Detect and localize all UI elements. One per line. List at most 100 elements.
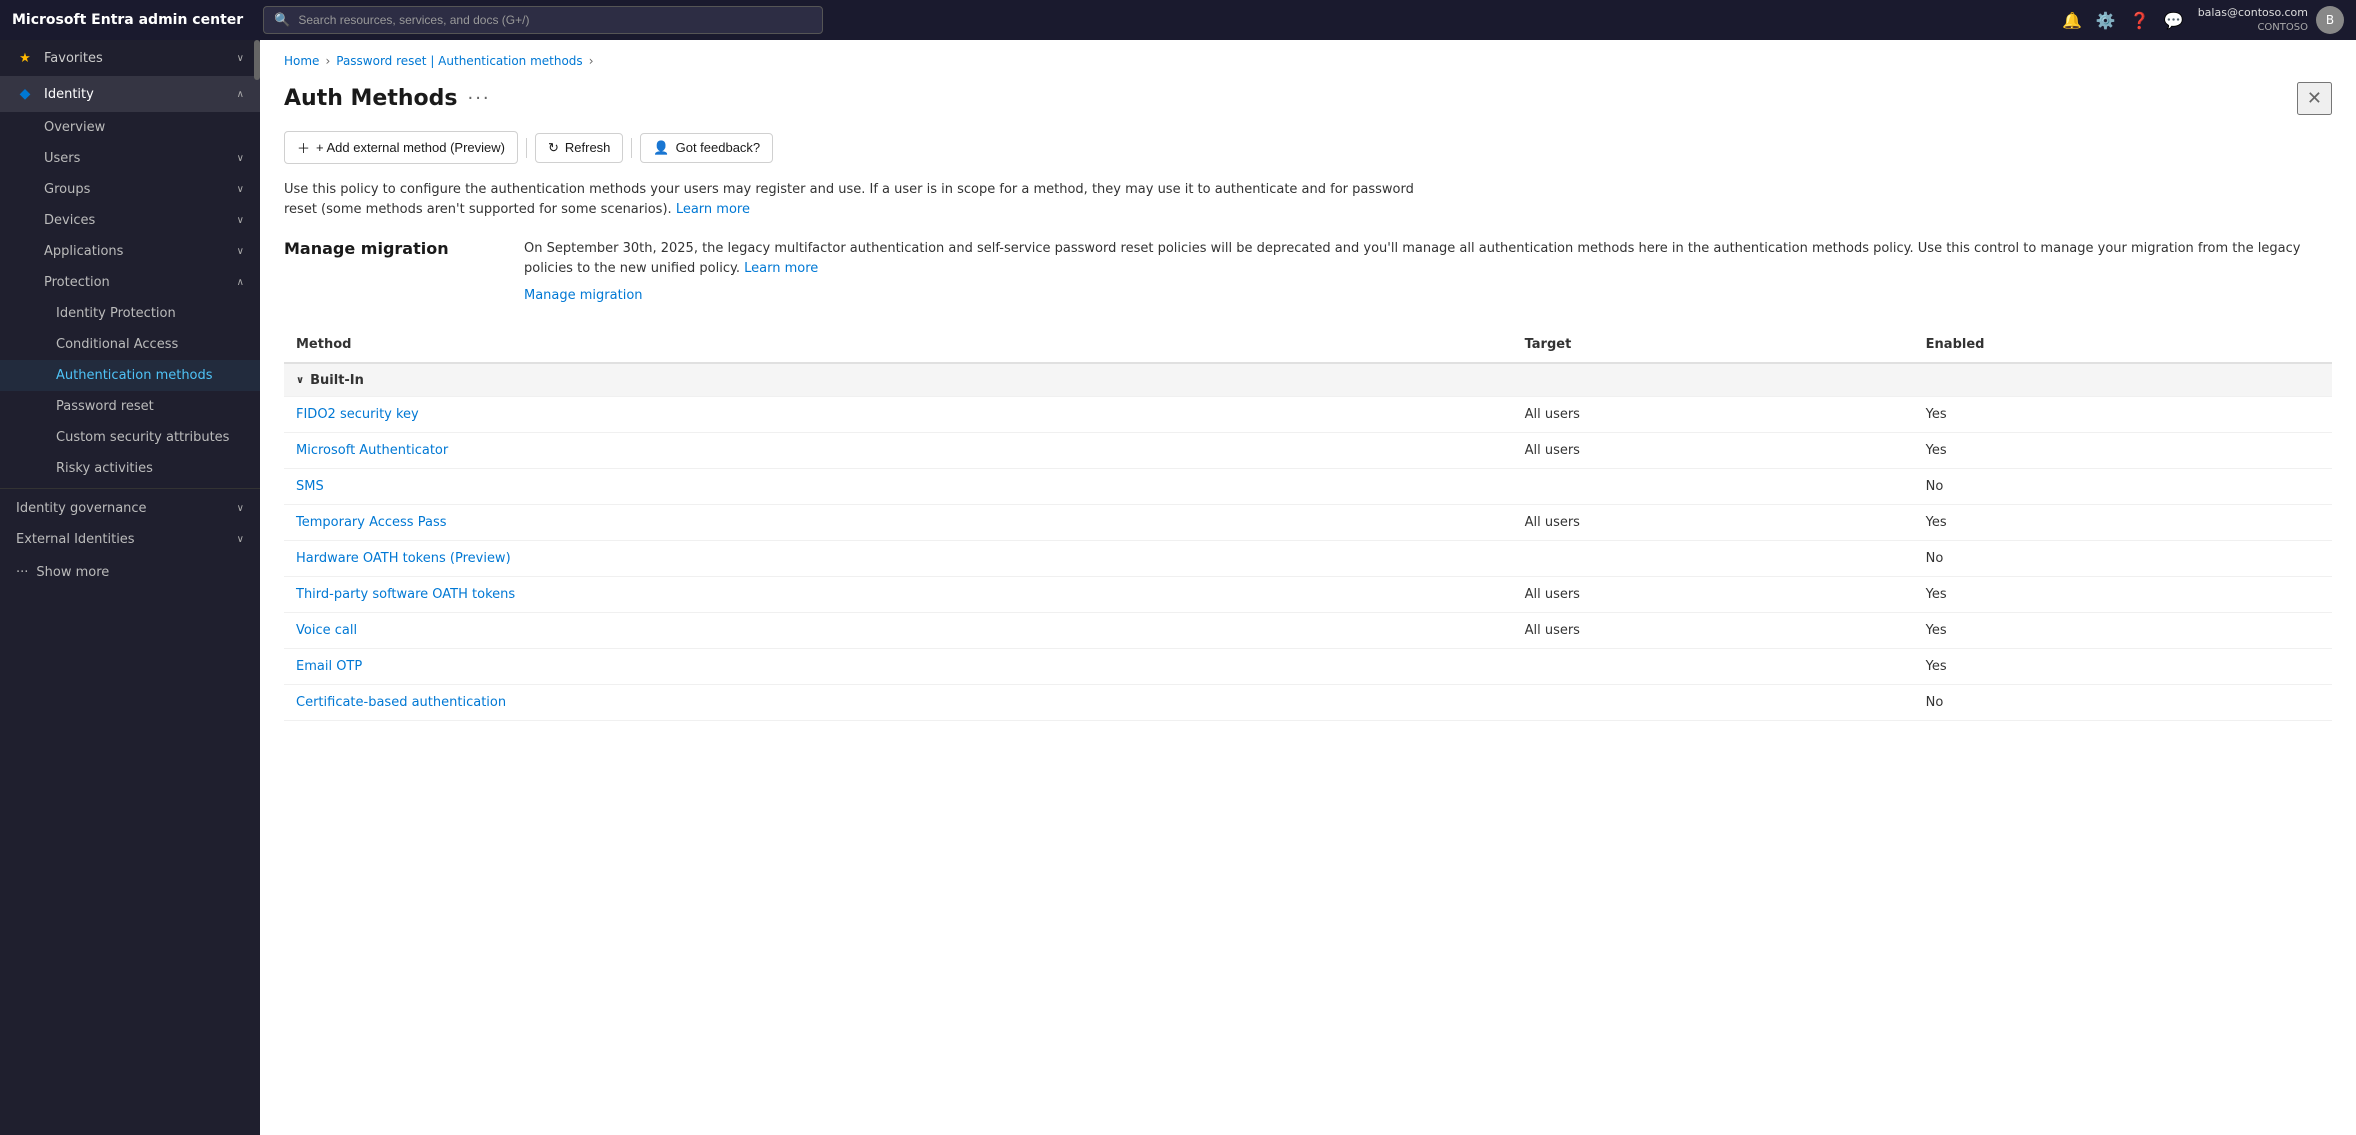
- table-row: Certificate-based authentication No: [284, 685, 2332, 721]
- risky-activities-label: Risky activities: [56, 461, 153, 476]
- custom-security-attributes-label: Custom security attributes: [56, 430, 229, 445]
- sidebar-item-favorites[interactable]: ★ Favorites ∨: [0, 40, 260, 76]
- settings-icon[interactable]: ⚙️: [2096, 11, 2116, 30]
- breadcrumb-password-reset[interactable]: Password reset | Authentication methods: [336, 54, 582, 68]
- chevron-up-icon: ∧: [237, 89, 244, 100]
- method-link[interactable]: Temporary Access Pass: [296, 515, 446, 530]
- sidebar-item-custom-security-attributes[interactable]: Custom security attributes: [0, 422, 260, 453]
- notification-icon[interactable]: 🔔: [2062, 11, 2082, 30]
- target-cell: [1513, 685, 1914, 721]
- search-bar[interactable]: 🔍: [263, 6, 823, 34]
- toolbar: ＋ + Add external method (Preview) ↻ Refr…: [260, 131, 2356, 180]
- enabled-cell: No: [1914, 469, 2332, 505]
- method-link[interactable]: Hardware OATH tokens (Preview): [296, 551, 511, 566]
- chevron-down-icon: ∨: [237, 503, 244, 514]
- feedback-button[interactable]: 👤 Got feedback?: [640, 133, 773, 163]
- show-more-button[interactable]: ··· Show more: [0, 555, 260, 590]
- identity-governance-label: Identity governance: [16, 501, 147, 516]
- sidebar-item-devices[interactable]: Devices ∨: [0, 205, 260, 236]
- chevron-down-icon: ∨: [237, 53, 244, 64]
- sidebar-item-overview[interactable]: Overview: [0, 112, 260, 143]
- sidebar-item-identity[interactable]: ◆ Identity ∧: [0, 76, 260, 112]
- breadcrumb-home[interactable]: Home: [284, 54, 319, 68]
- search-input[interactable]: [298, 13, 812, 27]
- identity-icon: ◆: [16, 85, 34, 103]
- sidebar-item-identity-protection[interactable]: Identity Protection: [0, 298, 260, 329]
- table-group-header[interactable]: ∨ Built-In: [284, 363, 2332, 397]
- method-link[interactable]: Email OTP: [296, 659, 362, 674]
- enabled-cell: Yes: [1914, 397, 2332, 433]
- enabled-cell: Yes: [1914, 505, 2332, 541]
- method-link[interactable]: FIDO2 security key: [296, 407, 419, 422]
- col-target: Target: [1513, 327, 1914, 363]
- toolbar-separator: [526, 138, 527, 158]
- toolbar-separator-2: [631, 138, 632, 158]
- chevron-down-icon: ∨: [237, 184, 244, 195]
- help-icon[interactable]: ❓: [2130, 11, 2150, 30]
- migration-content: On September 30th, 2025, the legacy mult…: [524, 239, 2332, 303]
- scroll-indicator: [254, 40, 260, 80]
- target-cell: All users: [1513, 397, 1914, 433]
- table-row: Email OTP Yes: [284, 649, 2332, 685]
- sidebar-item-authentication-methods[interactable]: Authentication methods: [0, 360, 260, 391]
- breadcrumb-separator-1: ›: [325, 54, 330, 68]
- target-cell: [1513, 469, 1914, 505]
- refresh-button[interactable]: ↻ Refresh: [535, 133, 623, 163]
- add-icon: ＋: [297, 138, 310, 157]
- page-title-row: Auth Methods ···: [284, 86, 491, 111]
- sidebar-item-conditional-access[interactable]: Conditional Access: [0, 329, 260, 360]
- enabled-cell: No: [1914, 541, 2332, 577]
- identity-label: Identity: [44, 87, 227, 102]
- sidebar-item-protection[interactable]: Protection ∧: [0, 267, 260, 298]
- method-link[interactable]: Voice call: [296, 623, 357, 638]
- chevron-down-icon: ∨: [296, 375, 304, 386]
- group-chevron: ∨ Built-In: [296, 373, 364, 388]
- page-options-button[interactable]: ···: [467, 88, 490, 109]
- sidebar-item-users[interactable]: Users ∨: [0, 143, 260, 174]
- migration-title: Manage migration: [284, 239, 484, 258]
- table-row: Hardware OATH tokens (Preview) No: [284, 541, 2332, 577]
- method-link[interactable]: Microsoft Authenticator: [296, 443, 448, 458]
- applications-label: Applications: [44, 244, 123, 259]
- learn-more-link[interactable]: Learn more: [676, 202, 750, 217]
- add-external-method-button[interactable]: ＋ + Add external method (Preview): [284, 131, 518, 164]
- table-section: Method Target Enabled ∨ Built-In FIDO2 s…: [260, 327, 2356, 1135]
- table-row: Third-party software OATH tokens All use…: [284, 577, 2332, 613]
- enabled-cell: Yes: [1914, 649, 2332, 685]
- protection-label: Protection: [44, 275, 110, 290]
- conditional-access-label: Conditional Access: [56, 337, 178, 352]
- sidebar-item-applications[interactable]: Applications ∨: [0, 236, 260, 267]
- manage-migration-link[interactable]: Manage migration: [524, 288, 643, 303]
- search-icon: 🔍: [274, 13, 290, 28]
- chevron-down-icon: ∨: [237, 534, 244, 545]
- sidebar-item-external-identities[interactable]: External Identities ∨: [0, 524, 260, 555]
- refresh-icon: ↻: [548, 140, 559, 156]
- feedback-icon[interactable]: 💬: [2164, 11, 2184, 30]
- groups-label: Groups: [44, 182, 90, 197]
- method-link[interactable]: SMS: [296, 479, 324, 494]
- ellipsis-icon: ···: [16, 565, 28, 580]
- brand-label: Microsoft Entra admin center: [12, 12, 243, 28]
- migration-learn-more-link[interactable]: Learn more: [744, 261, 818, 276]
- overview-label: Overview: [44, 120, 105, 135]
- target-cell: All users: [1513, 577, 1914, 613]
- sidebar-item-identity-governance[interactable]: Identity governance ∨: [0, 493, 260, 524]
- method-link[interactable]: Third-party software OATH tokens: [296, 587, 515, 602]
- sidebar-item-groups[interactable]: Groups ∨: [0, 174, 260, 205]
- target-cell: All users: [1513, 613, 1914, 649]
- feedback-icon: 👤: [653, 140, 669, 156]
- enabled-cell: No: [1914, 685, 2332, 721]
- enabled-cell: Yes: [1914, 433, 2332, 469]
- close-button[interactable]: ✕: [2297, 82, 2332, 115]
- avatar[interactable]: B: [2316, 6, 2344, 34]
- password-reset-label: Password reset: [56, 399, 154, 414]
- target-cell: All users: [1513, 505, 1914, 541]
- layout: ★ Favorites ∨ ◆ Identity ∧ Overview User…: [0, 40, 2356, 1135]
- target-cell: [1513, 541, 1914, 577]
- sidebar-item-password-reset[interactable]: Password reset: [0, 391, 260, 422]
- method-link[interactable]: Certificate-based authentication: [296, 695, 506, 710]
- enabled-cell: Yes: [1914, 577, 2332, 613]
- sidebar-item-risky-activities[interactable]: Risky activities: [0, 453, 260, 484]
- star-icon: ★: [16, 49, 34, 67]
- user-info[interactable]: balas@contoso.com CONTOSO B: [2198, 6, 2344, 34]
